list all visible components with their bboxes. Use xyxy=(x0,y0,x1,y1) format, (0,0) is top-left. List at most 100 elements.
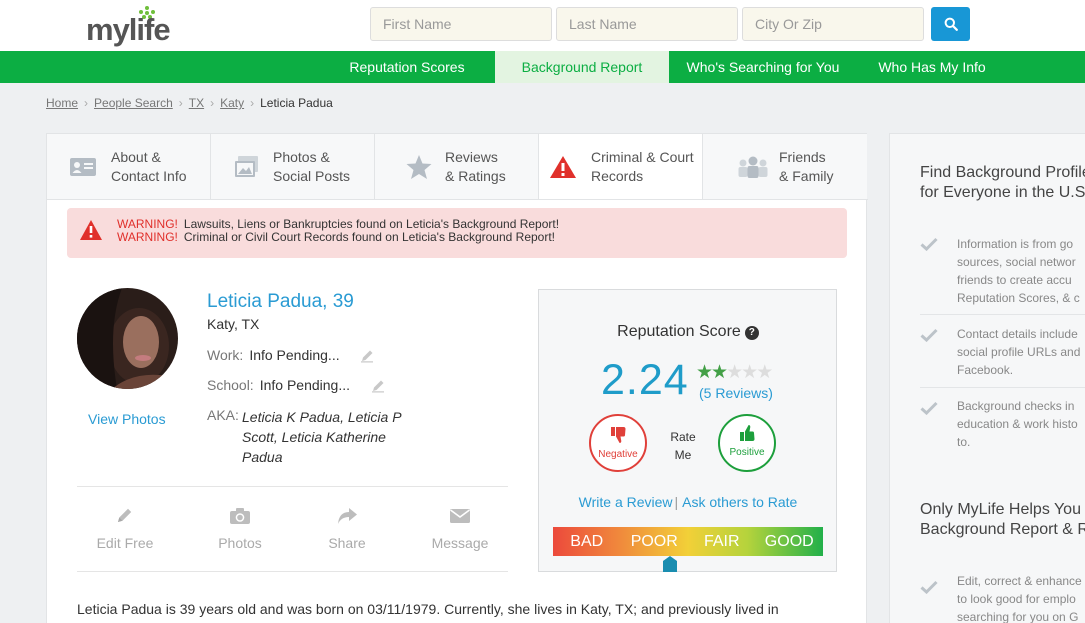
view-photos-link[interactable]: View Photos xyxy=(88,411,166,427)
nav-whos-searching[interactable]: Who's Searching for You xyxy=(669,51,857,83)
section-tabs: About & Contact Info Photos & Social Pos… xyxy=(47,134,868,200)
message-label: Message xyxy=(431,535,489,551)
edit-free-button[interactable]: Edit Free xyxy=(80,506,170,551)
warning-line-1: WARNING! Lawsuits, Liens or Bankruptcies … xyxy=(117,217,559,231)
check-icon xyxy=(920,401,938,415)
divider xyxy=(77,571,508,572)
warning-text: Lawsuits, Liens or Bankruptcies found on… xyxy=(183,217,560,231)
reviews-count-link[interactable]: (5 Reviews) xyxy=(699,385,773,401)
check-icon xyxy=(920,580,938,594)
person-name[interactable]: Leticia Padua, 39 xyxy=(207,291,354,313)
negative-label: Negative xyxy=(598,449,638,460)
sidebar-feature-2-line3: Facebook. xyxy=(957,363,1014,377)
pencil-icon xyxy=(118,508,132,522)
avatar[interactable] xyxy=(77,288,178,389)
mylife-logo[interactable]: mylife xyxy=(86,6,186,47)
sidebar-feature-2-line1: Contact details include xyxy=(957,327,1078,341)
edit-school-pencil-icon[interactable] xyxy=(371,379,385,393)
warning-icon xyxy=(550,156,576,178)
sidebar-feature-3-line1: Background checks in xyxy=(957,399,1075,413)
camera-icon xyxy=(230,508,250,524)
help-icon[interactable]: ? xyxy=(744,326,759,340)
vote-positive-button[interactable]: Positive xyxy=(718,414,776,472)
photos-icon xyxy=(235,156,258,177)
sidebar-feature-2-line2: social profile URLs and xyxy=(957,345,1081,359)
tab-about-line2: Contact Info xyxy=(111,168,187,184)
edit-work-pencil-icon[interactable] xyxy=(360,349,374,363)
sidebar-feature-4-line1: Edit, correct & enhance xyxy=(957,574,1082,588)
ask-others-link[interactable]: Ask others to Rate xyxy=(682,494,797,510)
main-nav: Reputation Scores Background Report Who'… xyxy=(0,51,1085,83)
profile-card: About & Contact Info Photos & Social Pos… xyxy=(46,133,868,623)
check-icon xyxy=(920,328,938,342)
sidebar-feature-4-line2: to look good for emplo xyxy=(957,592,1076,606)
school-field: School: Info Pending... xyxy=(207,377,350,393)
aka-label: AKA: xyxy=(207,407,239,423)
share-icon xyxy=(338,508,357,524)
breadcrumb-current: Leticia Padua xyxy=(260,96,333,110)
write-review-link[interactable]: Write a Review xyxy=(579,494,673,510)
edit-free-label: Edit Free xyxy=(96,535,154,551)
tab-reviews-ratings[interactable]: Reviews & Ratings xyxy=(375,134,539,199)
tab-reviews-line2: & Ratings xyxy=(445,168,506,184)
star-filled-icon: ★ xyxy=(711,362,728,383)
tab-about-contact[interactable]: About & Contact Info xyxy=(47,134,211,199)
nav-reputation-scores[interactable]: Reputation Scores xyxy=(331,51,483,83)
sidebar-feature-3-line2: education & work histo xyxy=(957,417,1078,431)
meter-poor: POOR xyxy=(630,533,678,550)
tab-friends-line2: & Family xyxy=(779,168,834,184)
warning-line-2: WARNING! Criminal or Civil Court Records … xyxy=(117,230,555,244)
sidebar-heading-2-line1: Only MyLife Helps You xyxy=(920,501,1081,518)
tab-photos-line1: Photos & xyxy=(273,149,330,165)
sidebar-feature-1-line2: sources, social networ xyxy=(957,255,1076,269)
photos-button[interactable]: Photos xyxy=(195,506,285,551)
rate-me-line2: Me xyxy=(674,448,692,462)
divider xyxy=(77,486,508,487)
warning-triangle-icon xyxy=(80,220,102,240)
nav-background-report[interactable]: Background Report xyxy=(495,51,669,83)
photos-label: Photos xyxy=(218,535,262,551)
tab-about-line1: About & xyxy=(111,149,161,165)
first-name-input[interactable]: First Name xyxy=(370,7,552,41)
reputation-meter: BAD POOR FAIR GOOD xyxy=(553,527,823,556)
sidebar-heading-1: Find Background Profiles for Everyone in… xyxy=(920,163,1085,203)
reputation-title-text: Reputation Score xyxy=(617,323,741,340)
tab-photos-social[interactable]: Photos & Social Posts xyxy=(211,134,375,199)
positive-label: Positive xyxy=(729,447,765,458)
sidebar-heading-1-line2: for Everyone in the U.S. xyxy=(920,184,1085,201)
contact-card-icon xyxy=(70,158,96,176)
warning-tag: WARNING! xyxy=(117,217,178,231)
star-empty-icon: ★ xyxy=(726,362,743,383)
city-zip-input[interactable]: City Or Zip xyxy=(742,7,924,41)
tab-friends-line1: Friends xyxy=(779,149,826,165)
school-label: School: xyxy=(207,377,254,393)
breadcrumb-tx[interactable]: TX xyxy=(189,96,204,110)
thumbs-up-icon xyxy=(740,425,755,441)
bio-text: Leticia Padua is 39 years old and was bo… xyxy=(77,601,779,617)
search-button[interactable] xyxy=(931,7,970,41)
meter-bad: BAD xyxy=(570,533,604,550)
last-name-input[interactable]: Last Name xyxy=(556,7,738,41)
breadcrumb-home[interactable]: Home xyxy=(46,96,78,110)
sidebar-heading-2-line2: Background Report & R xyxy=(920,521,1085,538)
tab-friends-family[interactable]: Friends & Family xyxy=(703,134,867,199)
breadcrumb-people-search[interactable]: People Search xyxy=(94,96,173,110)
warning-tag: WARNING! xyxy=(117,230,178,244)
logo-text: mylife xyxy=(86,12,171,47)
share-label: Share xyxy=(328,535,366,551)
profile-photo xyxy=(77,288,178,389)
sidebar-feature-3-line3: to. xyxy=(957,435,971,449)
share-button[interactable]: Share xyxy=(302,506,392,551)
warning-banner: WARNING! Lawsuits, Liens or Bankruptcies … xyxy=(67,208,847,258)
school-value: Info Pending... xyxy=(259,377,350,393)
tab-criminal-line1: Criminal & Court xyxy=(591,149,694,165)
nav-who-has-my-info[interactable]: Who Has My Info xyxy=(857,51,1007,83)
reputation-panel: Reputation Score? 2.24 ★★★★★ (5 Reviews)… xyxy=(538,289,837,572)
check-icon xyxy=(920,237,938,251)
people-icon xyxy=(738,156,768,178)
vote-negative-button[interactable]: Negative xyxy=(589,414,647,472)
aka-value: Leticia K Padua, Leticia P Scott, Letici… xyxy=(242,409,402,465)
message-button[interactable]: Message xyxy=(415,506,505,551)
breadcrumb-katy[interactable]: Katy xyxy=(220,96,244,110)
tab-criminal-court[interactable]: Criminal & Court Records xyxy=(539,134,703,199)
